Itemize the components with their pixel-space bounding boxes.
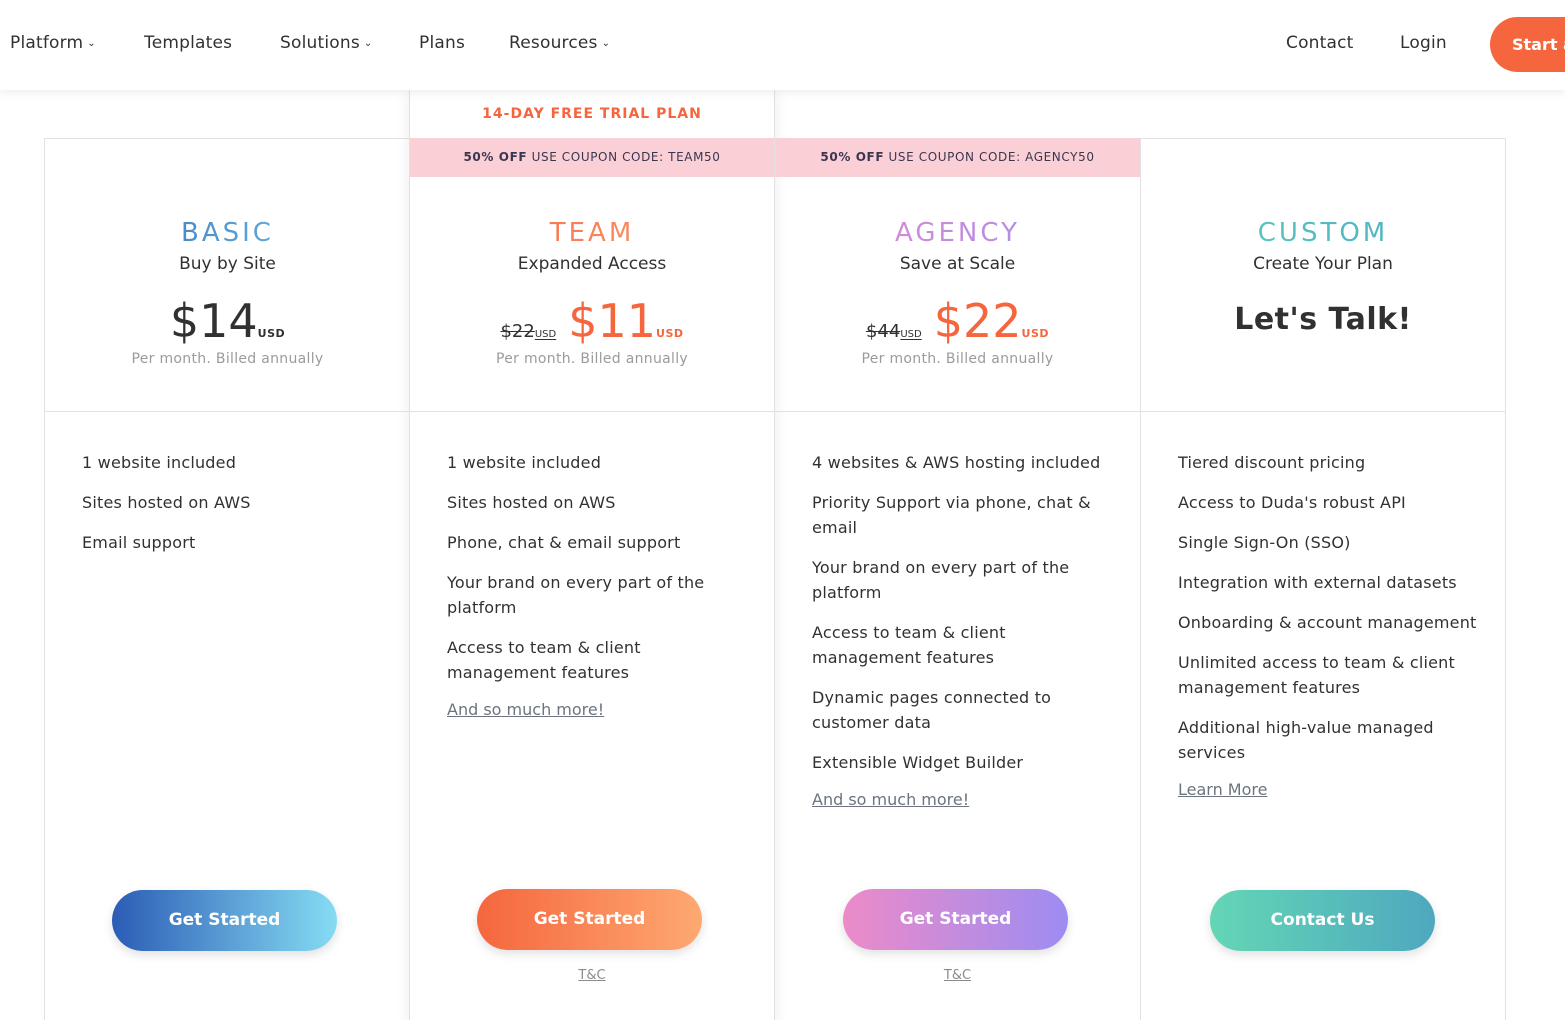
more-link[interactable]: And so much more! xyxy=(447,700,747,719)
plan-subtitle: Save at Scale xyxy=(899,254,1016,274)
old-price-value: $44 xyxy=(865,321,901,342)
feature-item: Priority Support via phone, chat & email xyxy=(812,493,1091,537)
get-started-button[interactable]: Get Started xyxy=(477,889,702,950)
more-link[interactable]: And so much more! xyxy=(812,790,1112,809)
plan-name: TEAM xyxy=(410,218,774,248)
price: $11USD xyxy=(568,294,683,348)
chevron-down-icon: ⌄ xyxy=(87,38,96,49)
old-price-value: $22 xyxy=(500,321,535,342)
plan-name: AGENCY xyxy=(775,218,1140,248)
plan-subtitle: Buy by Site xyxy=(179,254,276,274)
feature-item: Extensible Widget Builder xyxy=(812,753,1024,772)
terms-link[interactable]: T&C xyxy=(775,968,1140,983)
price-row: $44USD $22USD xyxy=(775,294,1140,348)
feature-item: 1 website included xyxy=(447,453,602,472)
start-button[interactable]: Start a xyxy=(1490,17,1565,72)
feature-item: Sites hosted on AWS xyxy=(447,493,616,512)
currency: USD xyxy=(534,329,557,340)
feature-item: Tiered discount pricing xyxy=(1178,453,1366,472)
feature-item: Access to Duda's robust API xyxy=(1178,493,1406,512)
terms-link[interactable]: T&C xyxy=(410,968,774,983)
coupon-code: USE COUPON CODE: TEAM50 xyxy=(531,150,721,164)
plan-subtitle: Expanded Access xyxy=(517,254,667,274)
nav-plans-label: Plans xyxy=(419,33,466,53)
billing-note: Per month. Billed annually xyxy=(496,351,688,367)
coupon-banner: 50% OFF USE COUPON CODE: AGENCY50 xyxy=(775,138,1140,177)
nav-platform-label: Platform xyxy=(10,33,84,53)
coupon-code: USE COUPON CODE: AGENCY50 xyxy=(888,150,1095,164)
learn-more-link[interactable]: Learn More xyxy=(1178,780,1478,799)
nav-platform[interactable]: Platform ⌄ xyxy=(10,33,96,53)
feature-item: Onboarding & account management xyxy=(1178,613,1477,632)
feature-item: Access to team & client management featu… xyxy=(812,623,1006,667)
table-mid-border xyxy=(44,411,1506,412)
chevron-down-icon: ⌄ xyxy=(601,38,611,49)
plan-column-custom: CUSTOM Create Your Plan Let's Talk! Tier… xyxy=(1140,138,1506,1020)
feature-item: Integration with external datasets xyxy=(1178,573,1457,592)
feature-list: 4 websites & AWS hosting included Priori… xyxy=(812,450,1112,809)
lets-talk-heading: Let's Talk! xyxy=(1234,302,1412,337)
feature-item: Single Sign-On (SSO) xyxy=(1178,533,1351,552)
currency: USD xyxy=(900,329,922,340)
plan-column-agency: 50% OFF USE COUPON CODE: AGENCY50 AGENCY… xyxy=(774,138,1140,1020)
nav-resources-label: Resources xyxy=(509,33,598,53)
nav-resources[interactable]: Resources ⌄ xyxy=(509,33,610,53)
feature-item: Phone, chat & email support xyxy=(447,533,681,552)
feature-item: Dynamic pages connected to customer data xyxy=(812,688,1052,732)
nav-templates[interactable]: Templates xyxy=(144,33,232,53)
feature-item: Access to team & client management featu… xyxy=(447,638,641,682)
get-started-button[interactable]: Get Started xyxy=(112,890,337,951)
plan-column-team: 14-DAY FREE TRIAL PLAN 50% OFF USE COUPO… xyxy=(409,90,775,1020)
price: $22USD xyxy=(934,294,1049,348)
feature-item: 4 websites & AWS hosting included xyxy=(812,453,1101,472)
old-price: $22USD xyxy=(500,321,556,342)
feature-item: Unlimited access to team & client manage… xyxy=(1178,653,1455,697)
billing-note: Per month. Billed annually xyxy=(131,351,324,367)
feature-item: Your brand on every part of the platform xyxy=(812,558,1070,602)
old-price: $44USD xyxy=(866,321,922,342)
currency: USD xyxy=(1021,327,1050,340)
feature-list: Tiered discount pricing Access to Duda's… xyxy=(1178,450,1478,799)
trial-label: 14-DAY FREE TRIAL PLAN xyxy=(482,106,702,122)
feature-list: 1 website included Sites hosted on AWS E… xyxy=(82,450,382,570)
nav-plans[interactable]: Plans xyxy=(419,33,465,53)
feature-item: Your brand on every part of the platform xyxy=(447,573,705,617)
price-value: $14 xyxy=(169,294,258,348)
currency: USD xyxy=(257,327,286,340)
nav-login[interactable]: Login xyxy=(1400,33,1447,53)
nav-contact[interactable]: Contact xyxy=(1286,33,1354,53)
feature-item: Additional high-value managed services xyxy=(1178,718,1434,762)
chevron-down-icon: ⌄ xyxy=(363,38,373,49)
plan-name: CUSTOM xyxy=(1141,218,1505,248)
price-row: $14USD xyxy=(45,294,410,348)
coupon-discount: 50% OFF xyxy=(820,150,885,164)
get-started-button[interactable]: Get Started xyxy=(843,889,1068,950)
price-value: $22 xyxy=(933,294,1022,348)
price-row: $22USD $11USD xyxy=(410,294,774,348)
nav-templates-label: Templates xyxy=(144,33,233,53)
feature-item: Sites hosted on AWS xyxy=(82,493,251,512)
price-value: $11 xyxy=(568,294,657,348)
feature-item: Email support xyxy=(82,533,196,552)
coupon-banner: 50% OFF USE COUPON CODE: TEAM50 xyxy=(410,138,774,177)
plan-subtitle: Create Your Plan xyxy=(1253,254,1393,274)
coupon-discount: 50% OFF xyxy=(463,150,528,164)
feature-item: 1 website included xyxy=(82,453,237,472)
nav-solutions[interactable]: Solutions ⌄ xyxy=(280,33,373,53)
feature-list: 1 website included Sites hosted on AWS P… xyxy=(447,450,747,719)
nav-solutions-label: Solutions xyxy=(280,33,360,53)
top-nav: Platform ⌄ Templates Solutions ⌄ Plans Res… xyxy=(0,0,1565,90)
plan-name: BASIC xyxy=(45,218,410,248)
currency: USD xyxy=(656,327,684,340)
contact-us-button[interactable]: Contact Us xyxy=(1210,890,1435,951)
billing-note: Per month. Billed annually xyxy=(861,351,1054,367)
plan-column-basic: BASIC Buy by Site $14USD Per month. Bill… xyxy=(44,138,410,1020)
price: $14USD xyxy=(170,294,285,348)
